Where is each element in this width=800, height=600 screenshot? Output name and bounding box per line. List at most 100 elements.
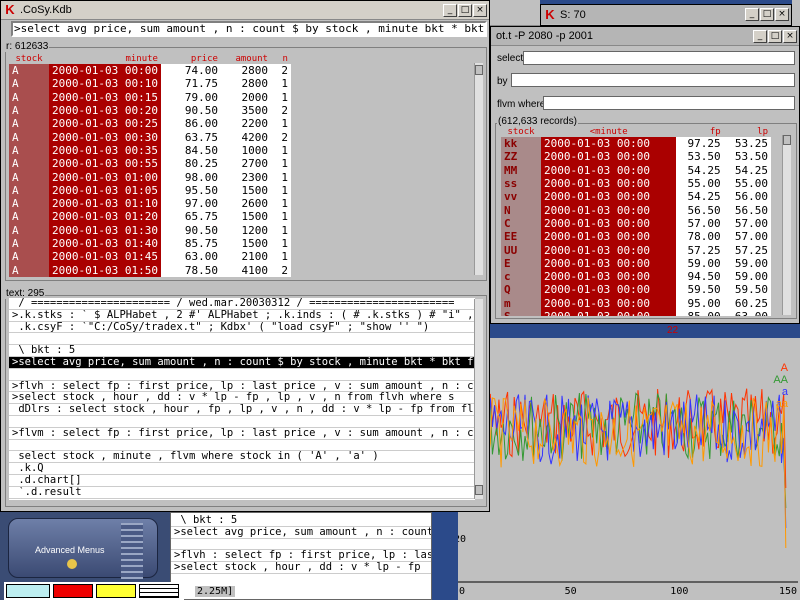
column-header-minute[interactable]: <minute	[541, 126, 676, 137]
cell-minute: 2000-01-03 00:35	[49, 143, 161, 158]
table-row[interactable]: A 2000-01-03 01:45 63.00 2100 1	[9, 250, 291, 264]
column-header-lp[interactable]: lp	[724, 126, 771, 137]
column-header-amount[interactable]: amount	[221, 53, 271, 64]
terminal-line[interactable]: >select stock , hour , dd : v * lp - fp …	[9, 392, 475, 405]
column-header-stock[interactable]: stock	[9, 53, 49, 64]
table-row[interactable]: vv 2000-01-03 00:00 54.25 56.00	[501, 190, 771, 204]
table-row[interactable]: ZZ 2000-01-03 00:00 53.50 53.50	[501, 150, 771, 164]
terminal-line[interactable]	[9, 368, 475, 381]
result-grid[interactable]: stock minute price amount n A 2000-01-03 00:00…	[9, 53, 479, 277]
terminal-line[interactable]	[9, 415, 475, 428]
table-row[interactable]: MM 2000-01-03 00:00 54.25 54.25	[501, 163, 771, 177]
table-row[interactable]: A 2000-01-03 01:50 78.50 4100 2	[9, 263, 291, 277]
close-button[interactable]: ×	[775, 8, 789, 21]
terminal-line[interactable]	[171, 538, 431, 551]
table-row[interactable]: A 2000-01-03 01:20 65.75 1500 1	[9, 210, 291, 224]
terminal-line[interactable]: >select avg price, sum amount , n : coun…	[9, 356, 475, 369]
terminal-line[interactable]: >flvm : select fp : first price, lp : la…	[9, 427, 475, 440]
column-header-n[interactable]: n	[271, 53, 291, 64]
terminal-scrollbar[interactable]	[474, 299, 483, 499]
terminal-line[interactable]: .k.Q	[9, 463, 475, 475]
cell-n: 1	[270, 117, 291, 131]
cell-minute: 2000-01-03 01:40	[49, 236, 161, 251]
maximize-button[interactable]: □	[760, 8, 774, 21]
kdb-titlebar[interactable]: K .CoSy.Kdb _ □ ×	[1, 1, 489, 20]
terminal-line[interactable]	[9, 333, 475, 346]
chart-window: 05010015020 AAAaaa	[458, 338, 800, 600]
table-row[interactable]: A 2000-01-03 00:00 74.00 2800 2	[9, 64, 291, 78]
terminal-line[interactable]: >select stock , hour , dd : v * lp - fp	[171, 562, 431, 574]
table-row[interactable]: A 2000-01-03 01:30 90.50 1200 1	[9, 223, 291, 237]
minimize-button[interactable]: _	[443, 3, 457, 17]
table-row[interactable]: N 2000-01-03 00:00 56.50 56.50	[501, 203, 771, 217]
table-row[interactable]: A 2000-01-03 01:00 98.00 2300 1	[9, 170, 291, 184]
maximize-button[interactable]: □	[458, 3, 472, 17]
advanced-menus-panel[interactable]: Advanced Menus	[0, 512, 184, 600]
minimize-button[interactable]: _	[753, 29, 767, 43]
table-row[interactable]: E 2000-01-03 00:00 59.00 59.00	[501, 256, 771, 270]
table-row[interactable]: ss 2000-01-03 00:00 55.00 55.00	[501, 176, 771, 191]
by-input[interactable]	[511, 73, 795, 87]
terminal-line[interactable]: .k.csyF : `"C:/CoSy/tradex.t" ; Kdbx' ( …	[9, 321, 475, 334]
table-row[interactable]: A 2000-01-03 00:35 84.50 1000 1	[9, 143, 291, 158]
close-button[interactable]: ×	[473, 3, 487, 17]
terminal-line[interactable]: .d.chart[]	[9, 474, 475, 487]
select-titlebar[interactable]: ot.t -P 2080 -p 2001 _ □ ×	[491, 27, 799, 46]
column-header-minute[interactable]: minute	[49, 53, 161, 64]
table-row[interactable]: A 2000-01-03 00:25 86.00 2200 1	[9, 117, 291, 131]
cell-amount: 4100	[220, 263, 271, 277]
maximize-button[interactable]: □	[768, 29, 782, 43]
table-row[interactable]: UU 2000-01-03 00:00 57.25 57.25	[501, 243, 771, 257]
palette-lines[interactable]	[139, 584, 179, 598]
select-result-grid[interactable]: stock <minute fp lp kk 2000-01-03 00:00 97.25 5…	[501, 126, 783, 316]
phone-graphic: Advanced Menus	[8, 518, 158, 579]
terminal-line[interactable]: \ bkt : 5	[9, 345, 475, 357]
terminal-line[interactable]: select stock , minute , flvm where stock…	[9, 451, 475, 464]
terminal-line[interactable]: \ bkt : 5	[171, 515, 431, 527]
bottom-terminal[interactable]: \ bkt : 5 >select avg price, sum amount ,…	[171, 515, 431, 574]
result-scrollbar[interactable]	[474, 63, 483, 275]
table-row[interactable]: A 2000-01-03 00:55 80.25 2700 1	[9, 157, 291, 171]
table-row[interactable]: A 2000-01-03 00:10 71.75 2800 1	[9, 77, 291, 91]
table-row[interactable]: A 2000-01-03 00:20 90.50 3500 2	[9, 103, 291, 118]
palette-yellow[interactable]	[96, 584, 136, 598]
advanced-menus-knob[interactable]	[67, 559, 77, 569]
table-row[interactable]: S2000-01-03 00:0085.0063.00	[501, 309, 771, 316]
cell-lp: 57.00	[723, 230, 771, 244]
column-header-fp[interactable]: fp	[676, 126, 723, 137]
table-row[interactable]: A 2000-01-03 01:40 85.75 1500 1	[9, 236, 291, 251]
terminal-line[interactable]: dDlrs : select stock , hour , fp , lp , …	[9, 404, 475, 416]
table-row[interactable]: A 2000-01-03 01:05 95.50 1500 1	[9, 183, 291, 197]
table-row[interactable]: C 2000-01-03 00:00 57.00 57.00	[501, 216, 771, 231]
terminal-line[interactable]: >select avg price, sum amount , n : coun…	[171, 526, 431, 539]
where-input[interactable]	[543, 96, 795, 110]
table-row[interactable]: kk 2000-01-03 00:00 97.25 53.25	[501, 137, 771, 151]
table-row[interactable]: c 2000-01-03 00:00 94.50 59.00	[501, 269, 771, 284]
minimize-button[interactable]: _	[745, 8, 759, 21]
table-row[interactable]: A 2000-01-03 00:30 63.75 4200 2	[9, 130, 291, 144]
table-row[interactable]: Q 2000-01-03 00:00 59.50 59.50	[501, 283, 771, 297]
close-button[interactable]: ×	[783, 29, 797, 43]
kdb-terminal[interactable]: / ====================== / wed.mar.20030…	[9, 298, 475, 500]
palette-cyan[interactable]	[6, 584, 50, 598]
cell-n: 1	[270, 157, 291, 171]
cell-fp: 57.00	[676, 216, 724, 231]
cell-price: 78.50	[160, 263, 221, 277]
palette-red[interactable]	[53, 584, 93, 598]
table-row[interactable]: m 2000-01-03 00:00 95.00 60.25	[501, 296, 771, 310]
terminal-line[interactable]	[9, 439, 475, 452]
column-header-price[interactable]: price	[161, 53, 221, 64]
terminal-line[interactable]: >.k.stks : ` $ ALPHabet , 2 #' ALPHabet …	[9, 309, 475, 322]
terminal-line[interactable]: >flvh : select fp : first price, lp : la…	[171, 550, 431, 563]
table-row[interactable]: A 2000-01-03 00:15 79.00 2000 1	[9, 90, 291, 104]
query-input[interactable]: >select avg price, sum amount , n : coun…	[11, 21, 487, 37]
s-titlebar[interactable]: K S: 70 _ □ ×	[541, 5, 791, 24]
select-scrollbar[interactable]	[782, 135, 791, 315]
column-header-stock[interactable]: stock	[501, 126, 541, 137]
terminal-line[interactable]: `.d.result	[9, 486, 475, 499]
terminal-line[interactable]: / ====================== / wed.mar.20030…	[9, 298, 475, 310]
select-input[interactable]	[523, 51, 795, 65]
table-row[interactable]: A 2000-01-03 01:10 97.00 2600 1	[9, 196, 291, 211]
terminal-line[interactable]: >flvh : select fp : first price, lp : la…	[9, 380, 475, 393]
table-row[interactable]: EE 2000-01-03 00:00 78.00 57.00	[501, 230, 771, 244]
